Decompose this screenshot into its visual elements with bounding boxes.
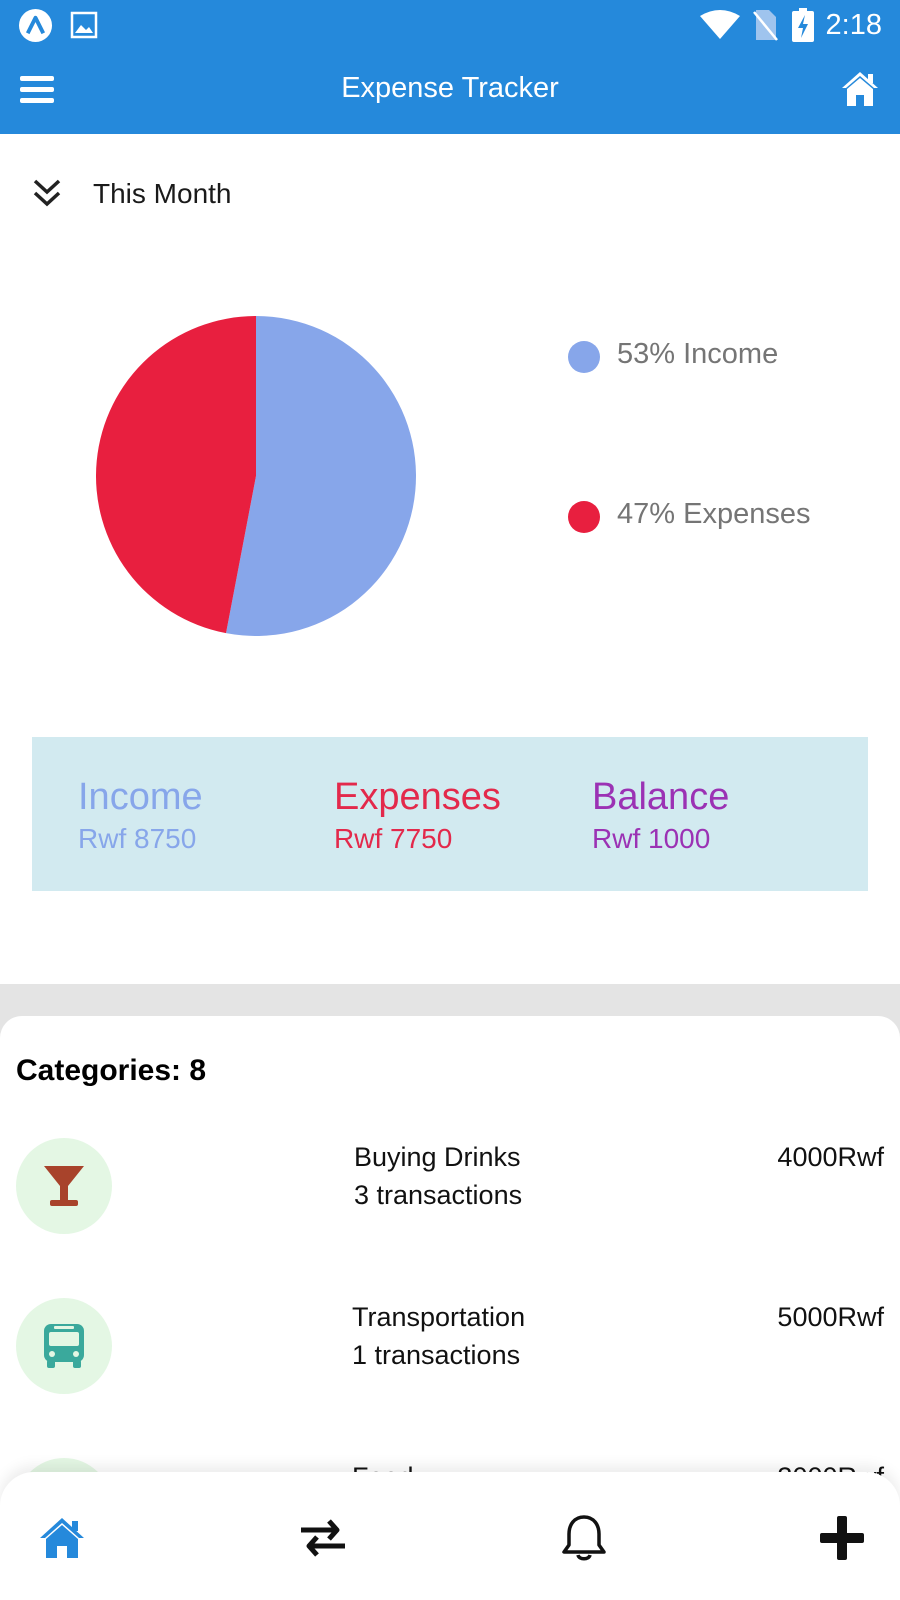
pie-chart — [96, 316, 416, 636]
status-time: 2:18 — [825, 9, 882, 41]
income-label: Income — [78, 776, 203, 818]
plus-icon — [820, 1516, 864, 1560]
nav-add[interactable] — [816, 1512, 868, 1564]
nav-home[interactable] — [36, 1512, 88, 1564]
double-chevron-down-icon — [33, 179, 61, 207]
transfer-arrows-icon — [301, 1519, 345, 1557]
category-amount: 4000Rwf — [777, 1142, 884, 1172]
status-bar: 2:18 — [0, 0, 900, 50]
legend-dot-income — [568, 341, 600, 373]
category-name: Transportation — [352, 1302, 526, 1332]
category-row-buying-drinks[interactable]: Buying Drinks 3 transactions 4000Rwf — [0, 1138, 900, 1238]
home-icon — [40, 1518, 84, 1558]
legend-dot-expenses — [568, 501, 600, 533]
category-row-transportation[interactable]: Transportation 1 transactions 5000Rwf — [0, 1298, 900, 1398]
category-amount: 5000Rwf — [777, 1302, 884, 1332]
category-count: 1 transactions — [352, 1340, 521, 1370]
app-title: Expense Tracker — [341, 72, 559, 104]
period-label: This Month — [93, 178, 232, 209]
nav-notifications[interactable] — [558, 1512, 610, 1564]
home-icon[interactable] — [840, 70, 880, 108]
category-name: Buying Drinks — [354, 1142, 521, 1172]
balance-label: Balance — [592, 776, 730, 818]
categories-title: Categories: 8 — [16, 1054, 207, 1087]
wifi-icon — [700, 10, 740, 39]
pie-slice-expenses — [96, 316, 256, 634]
bell-icon — [562, 1515, 606, 1561]
legend-text-income: 53% Income — [617, 338, 779, 370]
nav-transactions[interactable] — [297, 1512, 349, 1564]
bottom-nav — [0, 1472, 900, 1600]
summary-income: Income Rwf 8750 — [78, 775, 203, 857]
legend-text-expenses: 47% Expenses — [617, 498, 811, 530]
app-bar: Expense Tracker — [0, 50, 900, 134]
summary-balance: Balance Rwf 1000 — [592, 775, 729, 857]
category-icon-circle — [16, 1138, 112, 1234]
app-launcher-icon — [18, 8, 53, 43]
summary-card: Income Rwf 8750 Expenses Rwf 7750 Balanc… — [32, 737, 868, 891]
income-value: Rwf 8750 — [78, 823, 197, 854]
no-sim-icon — [753, 10, 778, 41]
balance-value: Rwf 1000 — [592, 823, 711, 854]
category-icon-circle — [16, 1298, 112, 1394]
expenses-value: Rwf 7750 — [334, 823, 453, 854]
gallery-icon — [70, 11, 98, 39]
battery-charging-icon — [792, 8, 814, 42]
expenses-label: Expenses — [334, 776, 501, 818]
summary-expenses: Expenses Rwf 7750 — [334, 775, 501, 857]
bus-icon — [44, 1324, 84, 1368]
category-count: 3 transactions — [354, 1180, 523, 1210]
cocktail-glass-icon — [44, 1166, 84, 1206]
